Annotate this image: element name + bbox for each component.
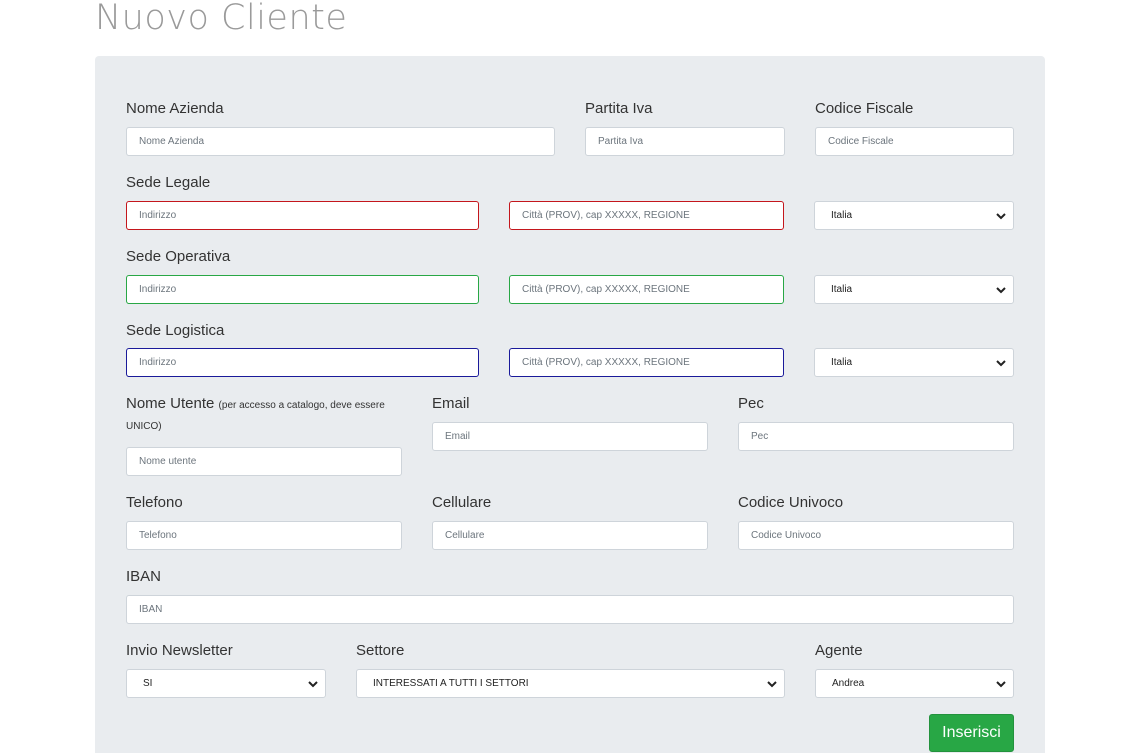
settore-value: INTERESSATI A TUTTI I SETTORI — [373, 678, 529, 689]
codice-univoco-input[interactable] — [738, 521, 1014, 550]
email-label: Email — [432, 395, 470, 412]
sede-operativa-paese-select[interactable]: Italia — [814, 275, 1014, 304]
chevron-down-icon — [767, 681, 777, 688]
nome-utente-note-cont: UNICO) — [126, 421, 162, 432]
telefono-input[interactable] — [126, 521, 402, 550]
sede-operativa-citta-input[interactable] — [509, 275, 784, 304]
sede-operativa-paese-value: Italia — [831, 284, 853, 295]
newsletter-value: SI — [143, 678, 153, 689]
sede-legale-paese-value: Italia — [831, 210, 853, 221]
settore-select[interactable]: INTERESSATI A TUTTI I SETTORI — [356, 669, 785, 698]
nome-utente-input[interactable] — [126, 447, 402, 476]
codice-univoco-label: Codice Univoco — [738, 494, 844, 511]
agente-select[interactable]: Andrea — [815, 669, 1014, 698]
sede-operativa-indirizzo-input[interactable] — [126, 275, 479, 304]
pec-input[interactable] — [738, 422, 1014, 451]
cellulare-input[interactable] — [432, 521, 708, 550]
sede-logistica-paese-select[interactable]: Italia — [814, 348, 1014, 377]
sede-logistica-paese-value: Italia — [831, 357, 853, 368]
cellulare-label: Cellulare — [432, 494, 492, 511]
newsletter-select[interactable]: SI — [126, 669, 326, 698]
agente-label: Agente — [815, 642, 863, 659]
chevron-down-icon — [308, 681, 318, 688]
sede-operativa-label: Sede Operativa — [126, 248, 231, 265]
invio-newsletter-label: Invio Newsletter — [126, 642, 233, 659]
codice-fiscale-label: Codice Fiscale — [815, 100, 914, 117]
partita-iva-input[interactable] — [585, 127, 785, 156]
agente-value: Andrea — [832, 678, 865, 689]
sede-legale-indirizzo-input[interactable] — [126, 201, 479, 230]
iban-label: IBAN — [126, 568, 162, 585]
settore-label: Settore — [356, 642, 405, 659]
codice-fiscale-input[interactable] — [815, 127, 1014, 156]
inserisci-button[interactable]: Inserisci — [929, 714, 1014, 752]
sede-legale-citta-input[interactable] — [509, 201, 784, 230]
sede-legale-paese-select[interactable]: Italia — [814, 201, 1014, 230]
nome-utente-label-text: Nome Utente — [126, 395, 215, 412]
iban-input[interactable] — [126, 595, 1014, 624]
chevron-down-icon — [996, 360, 1006, 367]
sede-logistica-citta-input[interactable] — [509, 348, 784, 377]
nome-azienda-label: Nome Azienda — [126, 100, 224, 117]
nome-azienda-input[interactable] — [126, 127, 555, 156]
chevron-down-icon — [996, 681, 1006, 688]
chevron-down-icon — [996, 287, 1006, 294]
page-title: Nuovo Cliente — [95, 0, 348, 38]
telefono-label: Telefono — [126, 494, 183, 511]
sede-logistica-indirizzo-input[interactable] — [126, 348, 479, 377]
sede-legale-label: Sede Legale — [126, 174, 211, 191]
pec-label: Pec — [738, 395, 764, 412]
email-input[interactable] — [432, 422, 708, 451]
partita-iva-label: Partita Iva — [585, 100, 653, 117]
nome-utente-label: Nome Utente (per accesso a catalogo, dev… — [126, 395, 385, 412]
sede-logistica-label: Sede Logistica — [126, 322, 225, 339]
nome-utente-note: (per accesso a catalogo, deve essere — [218, 400, 385, 411]
chevron-down-icon — [996, 213, 1006, 220]
